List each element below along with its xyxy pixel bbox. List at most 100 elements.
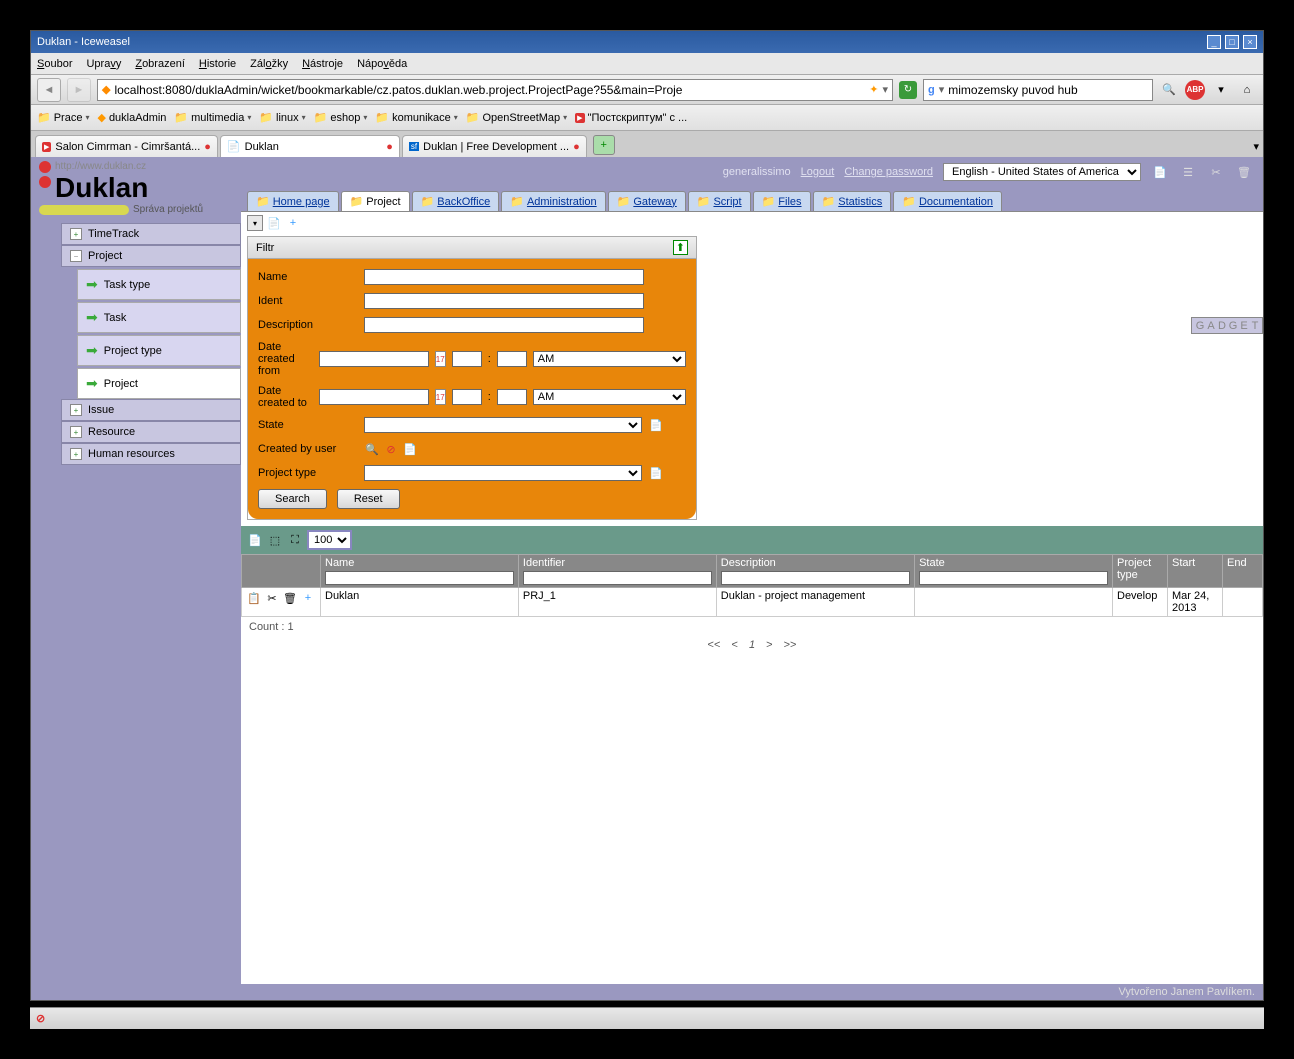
col-project-type[interactable]: Project type [1117,557,1151,581]
add-icon[interactable]: + [300,590,316,606]
pager-last[interactable]: >> [784,639,797,651]
language-select[interactable]: English - United States of America [943,163,1141,181]
tools-icon[interactable]: ✂ [1207,163,1225,181]
col-start[interactable]: Start [1172,557,1195,569]
forward-button[interactable]: ► [67,78,91,102]
tab-gateway[interactable]: 📁Gateway [608,191,686,211]
trash-icon[interactable]: 🗑 [1235,163,1253,181]
col-filter-state[interactable] [919,571,1108,585]
new-icon[interactable]: 📄 [247,532,263,548]
back-button[interactable]: ◄ [37,78,61,102]
menu-zalozky[interactable]: Záložky [250,58,288,70]
reset-button[interactable]: Reset [337,489,400,509]
gadget-handle[interactable]: GADGET [1191,317,1263,334]
tab-project[interactable]: 📁Project [341,191,410,211]
tab-administration[interactable]: 📁Administration [501,191,605,211]
search-user-icon[interactable]: 🔍 [364,441,380,457]
add-icon[interactable]: + [285,215,301,231]
clear-user-icon[interactable]: ⊘ [383,441,399,457]
filter-name-input[interactable] [364,269,644,285]
menu-zobrazeni[interactable]: Zobrazení [135,58,185,70]
feed-icon[interactable]: ✦ [869,83,878,96]
note-icon[interactable]: 📄 [648,417,664,433]
bookmark-postskriptum[interactable]: ▶"Постскриптум" с ... [575,112,687,124]
nav-issue[interactable]: +Issue [61,399,241,421]
export-icon[interactable]: ⬚ [267,532,283,548]
binoculars-icon[interactable]: 🔍 [1159,80,1179,100]
note-icon[interactable]: 📄 [1151,163,1169,181]
calendar-icon[interactable]: 17 [435,351,446,367]
tab-close-icon[interactable]: ● [386,141,393,153]
menu-nastroje[interactable]: Nástroje [302,58,343,70]
note-icon[interactable]: 📄 [648,465,664,481]
bookmark-openstreetmap[interactable]: 📁OpenStreetMap▾ [466,111,567,124]
url-input[interactable] [114,83,865,97]
filter-ident-input[interactable] [364,293,644,309]
search-engine-dropdown[interactable]: ▾ [939,83,945,96]
col-identifier[interactable]: Identifier [523,557,565,569]
bookmark-eshop[interactable]: 📁eshop▾ [314,111,368,124]
col-end[interactable]: End [1227,557,1247,569]
filter-desc-input[interactable] [364,317,644,333]
subnav-project-type[interactable]: ➡Project type [77,335,241,366]
nav-timetrack[interactable]: +TimeTrack [61,223,241,245]
pager-first[interactable]: << [708,639,721,651]
col-description[interactable]: Description [721,557,776,569]
abp-icon[interactable]: ABP [1185,80,1205,100]
menu-napoveda[interactable]: Nápověda [357,58,407,70]
filter-hour-from[interactable] [452,351,482,367]
subnav-task-type[interactable]: ➡Task type [77,269,241,300]
filter-ampm-from[interactable]: AM [533,351,686,367]
view-icon[interactable]: 📋 [246,590,262,606]
tab-backoffice[interactable]: 📁BackOffice [412,191,500,211]
down-arrow-icon[interactable]: ▾ [1211,80,1231,100]
reload-button[interactable]: ↻ [899,81,917,99]
delete-icon[interactable]: 🗑 [282,590,298,606]
bookmark-prace[interactable]: 📁Prace▾ [37,111,89,124]
note-icon[interactable]: 📄 [402,441,418,457]
new-tab-button[interactable]: + [593,135,615,155]
filter-min-from[interactable] [497,351,527,367]
filter-dropdown[interactable]: ▾ [247,215,263,231]
nav-project[interactable]: −Project [61,245,241,267]
calendar-icon[interactable]: 17 [435,389,446,405]
edit-icon[interactable]: ✂ [264,590,280,606]
tab-documentation[interactable]: 📁Documentation [893,191,1002,211]
logout-link[interactable]: Logout [801,166,835,178]
pager-next[interactable]: > [766,639,772,651]
filter-hour-to[interactable] [452,389,482,405]
filter-date-to[interactable] [319,389,429,405]
window-maximize[interactable]: □ [1225,35,1239,49]
new-filter-icon[interactable]: 📄 [266,215,282,231]
menu-historie[interactable]: Historie [199,58,236,70]
tab-files[interactable]: 📁Files [753,191,811,211]
list-icon[interactable]: ☰ [1179,163,1197,181]
subnav-task[interactable]: ➡Task [77,302,241,333]
col-filter-identifier[interactable] [523,571,712,585]
bookmark-linux[interactable]: 📁linux▾ [259,111,305,124]
tab-2[interactable]: sfDuklan | Free Development ...● [402,135,587,157]
search-box[interactable]: g ▾ [923,79,1153,101]
tab-1[interactable]: 📄Duklan● [220,135,400,157]
tab-close-icon[interactable]: ● [573,141,580,153]
filter-ptype-select[interactable] [364,465,642,481]
menu-soubor[interactable]: Soubor [37,58,72,70]
pager-prev[interactable]: < [731,639,737,651]
home-icon[interactable]: ⌂ [1237,80,1257,100]
col-filter-description[interactable] [721,571,910,585]
search-button[interactable]: Search [258,489,327,509]
error-icon[interactable]: ⊘ [36,1012,45,1025]
col-state[interactable]: State [919,557,945,569]
filter-min-to[interactable] [497,389,527,405]
subnav-project[interactable]: ➡Project [77,368,241,399]
tab-statistics[interactable]: 📁Statistics [813,191,892,211]
filter-state-select[interactable] [364,417,642,433]
bookmark-multimedia[interactable]: 📁multimedia▾ [174,111,251,124]
col-filter-name[interactable] [325,571,514,585]
bookmark-duklaadmin[interactable]: ◆duklaAdmin [97,111,166,124]
change-password-link[interactable]: Change password [844,166,933,178]
tab-script[interactable]: 📁Script [688,191,751,211]
url-dropdown-icon[interactable]: ▾ [882,83,888,96]
filter-date-from[interactable] [319,351,429,367]
filter-ampm-to[interactable]: AM [533,389,686,405]
